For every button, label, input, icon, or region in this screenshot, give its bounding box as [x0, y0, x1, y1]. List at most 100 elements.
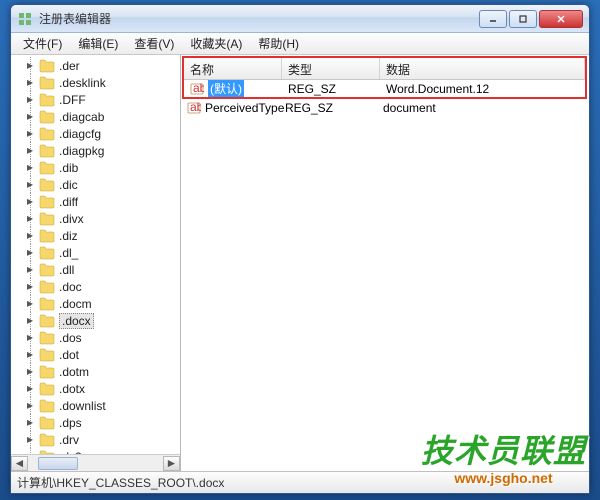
- column-header-data[interactable]: 数据: [380, 58, 585, 79]
- value-name: PerceivedType: [205, 101, 284, 115]
- expander-icon[interactable]: ▸: [25, 400, 35, 410]
- tree-item[interactable]: ▸.desklink: [11, 74, 180, 91]
- expander-icon[interactable]: ▸: [25, 94, 35, 104]
- menu-help[interactable]: 帮助(H): [250, 33, 307, 54]
- expander-icon[interactable]: ▸: [25, 451, 35, 454]
- expander-icon[interactable]: ▸: [25, 128, 35, 138]
- expander-icon[interactable]: ▸: [25, 264, 35, 274]
- expander-icon[interactable]: ▸: [25, 417, 35, 427]
- tree-item[interactable]: ▸ .diagpkg: [11, 142, 180, 159]
- folder-icon: [39, 178, 55, 192]
- tree-item[interactable]: ▸.DFF: [11, 91, 180, 108]
- expander-icon[interactable]: ▸: [25, 213, 35, 223]
- tree-item[interactable]: ▸.dotx: [11, 380, 180, 397]
- folder-icon: [39, 212, 55, 226]
- expander-icon[interactable]: ▸: [25, 111, 35, 121]
- expander-icon[interactable]: ▸: [25, 298, 35, 308]
- list-row[interactable]: ab (默认) REG_SZ Word.Document.12: [184, 80, 585, 97]
- tree-item[interactable]: ▸.dic: [11, 176, 180, 193]
- folder-icon: [39, 433, 55, 447]
- tree-item[interactable]: ▸ .diagcab: [11, 108, 180, 125]
- tree-item[interactable]: ▸.dll: [11, 261, 180, 278]
- window-controls: [479, 10, 583, 28]
- maximize-button[interactable]: [509, 10, 537, 28]
- folder-icon: [39, 297, 55, 311]
- expander-icon[interactable]: ▸: [25, 315, 35, 325]
- tree-item[interactable]: ▸.downlist: [11, 397, 180, 414]
- tree-item[interactable]: ▸.dl_: [11, 244, 180, 261]
- body: ▸.der▸.desklink▸.DFF▸.diagcab▸.diagcfg▸.…: [11, 55, 589, 471]
- tree-scroll[interactable]: ▸.der▸.desklink▸.DFF▸.diagcab▸.diagcfg▸.…: [11, 55, 180, 454]
- tree-item[interactable]: ▸.ds2: [11, 448, 180, 454]
- tree-item-label: .doc: [59, 280, 82, 294]
- folder-icon: [39, 280, 55, 294]
- folder-icon: [39, 110, 55, 124]
- tree-item-label: .diagpkg: [59, 144, 104, 158]
- folder-icon: [39, 229, 55, 243]
- tree-item[interactable]: ▸.dps: [11, 414, 180, 431]
- folder-icon: [39, 195, 55, 209]
- tree-item[interactable]: ▸ .docm: [11, 295, 180, 312]
- tree-item[interactable]: ▸ .dib: [11, 159, 180, 176]
- close-button[interactable]: [539, 10, 583, 28]
- tree-hscrollbar[interactable]: ◄ ►: [11, 454, 180, 471]
- titlebar[interactable]: 注册表编辑器: [11, 5, 589, 33]
- tree-item-label: .diagcfg: [59, 127, 101, 141]
- tree-item-label: .dib: [59, 161, 78, 175]
- expander-icon[interactable]: ▸: [25, 145, 35, 155]
- menu-file[interactable]: 文件(F): [15, 33, 70, 54]
- tree-item[interactable]: ▸ .dotm: [11, 363, 180, 380]
- column-header-type[interactable]: 类型: [282, 58, 380, 79]
- tree-pane: ▸.der▸.desklink▸.DFF▸.diagcab▸.diagcfg▸.…: [11, 55, 181, 471]
- tree-item[interactable]: ▸.docx: [11, 312, 180, 329]
- scroll-right-button[interactable]: ►: [163, 456, 180, 471]
- tree-item-label: .dotm: [59, 365, 89, 379]
- tree-item-label: .diz: [59, 229, 78, 243]
- expander-icon[interactable]: ▸: [25, 179, 35, 189]
- menu-view[interactable]: 查看(V): [126, 33, 182, 54]
- expander-icon[interactable]: ▸: [25, 349, 35, 359]
- tree-item[interactable]: ▸ .doc: [11, 278, 180, 295]
- tree-item[interactable]: ▸.dos: [11, 329, 180, 346]
- value-data: Word.Document.12: [386, 82, 489, 96]
- minimize-button[interactable]: [479, 10, 507, 28]
- folder-icon: [39, 348, 55, 362]
- folder-icon: [39, 59, 55, 73]
- expander-icon[interactable]: ▸: [25, 162, 35, 172]
- tree-item[interactable]: ▸.dot: [11, 346, 180, 363]
- tree-item[interactable]: ▸ .der: [11, 57, 180, 74]
- folder-icon: [39, 161, 55, 175]
- tree-item[interactable]: ▸ .diz: [11, 227, 180, 244]
- string-value-icon: ab: [187, 101, 201, 115]
- expander-icon[interactable]: ▸: [25, 383, 35, 393]
- expander-icon[interactable]: ▸: [25, 77, 35, 87]
- tree-item-label: .diagcab: [59, 110, 104, 124]
- column-header-name[interactable]: 名称: [184, 58, 282, 79]
- tree-item[interactable]: ▸ .divx: [11, 210, 180, 227]
- menu-edit[interactable]: 编辑(E): [70, 33, 126, 54]
- expander-icon[interactable]: ▸: [25, 247, 35, 257]
- tree-item-label: .divx: [59, 212, 84, 226]
- expander-icon[interactable]: ▸: [25, 281, 35, 291]
- scroll-left-button[interactable]: ◄: [11, 456, 28, 471]
- tree-item[interactable]: ▸ .diagcfg: [11, 125, 180, 142]
- registry-editor-window: 注册表编辑器 文件(F) 编辑(E) 查看(V) 收藏夹(A) 帮助(H) ▸.…: [10, 4, 590, 494]
- expander-icon[interactable]: ▸: [25, 332, 35, 342]
- tree-item[interactable]: ▸.drv: [11, 431, 180, 448]
- folder-icon: [39, 246, 55, 260]
- tree-item-label: .der: [59, 59, 80, 73]
- scroll-track[interactable]: [28, 456, 163, 471]
- expander-icon[interactable]: ▸: [25, 60, 35, 70]
- scroll-thumb[interactable]: [38, 457, 78, 470]
- tree-item-label: .diff: [59, 195, 78, 209]
- tree-item-label: .docm: [59, 297, 92, 311]
- list-row[interactable]: ab PerceivedType REG_SZ document: [181, 99, 589, 116]
- expander-icon[interactable]: ▸: [25, 366, 35, 376]
- menu-favorites[interactable]: 收藏夹(A): [182, 33, 250, 54]
- tree-item[interactable]: ▸ .diff: [11, 193, 180, 210]
- expander-icon[interactable]: ▸: [25, 196, 35, 206]
- folder-icon: [39, 76, 55, 90]
- expander-icon[interactable]: ▸: [25, 230, 35, 240]
- app-icon: [17, 11, 33, 27]
- expander-icon[interactable]: ▸: [25, 434, 35, 444]
